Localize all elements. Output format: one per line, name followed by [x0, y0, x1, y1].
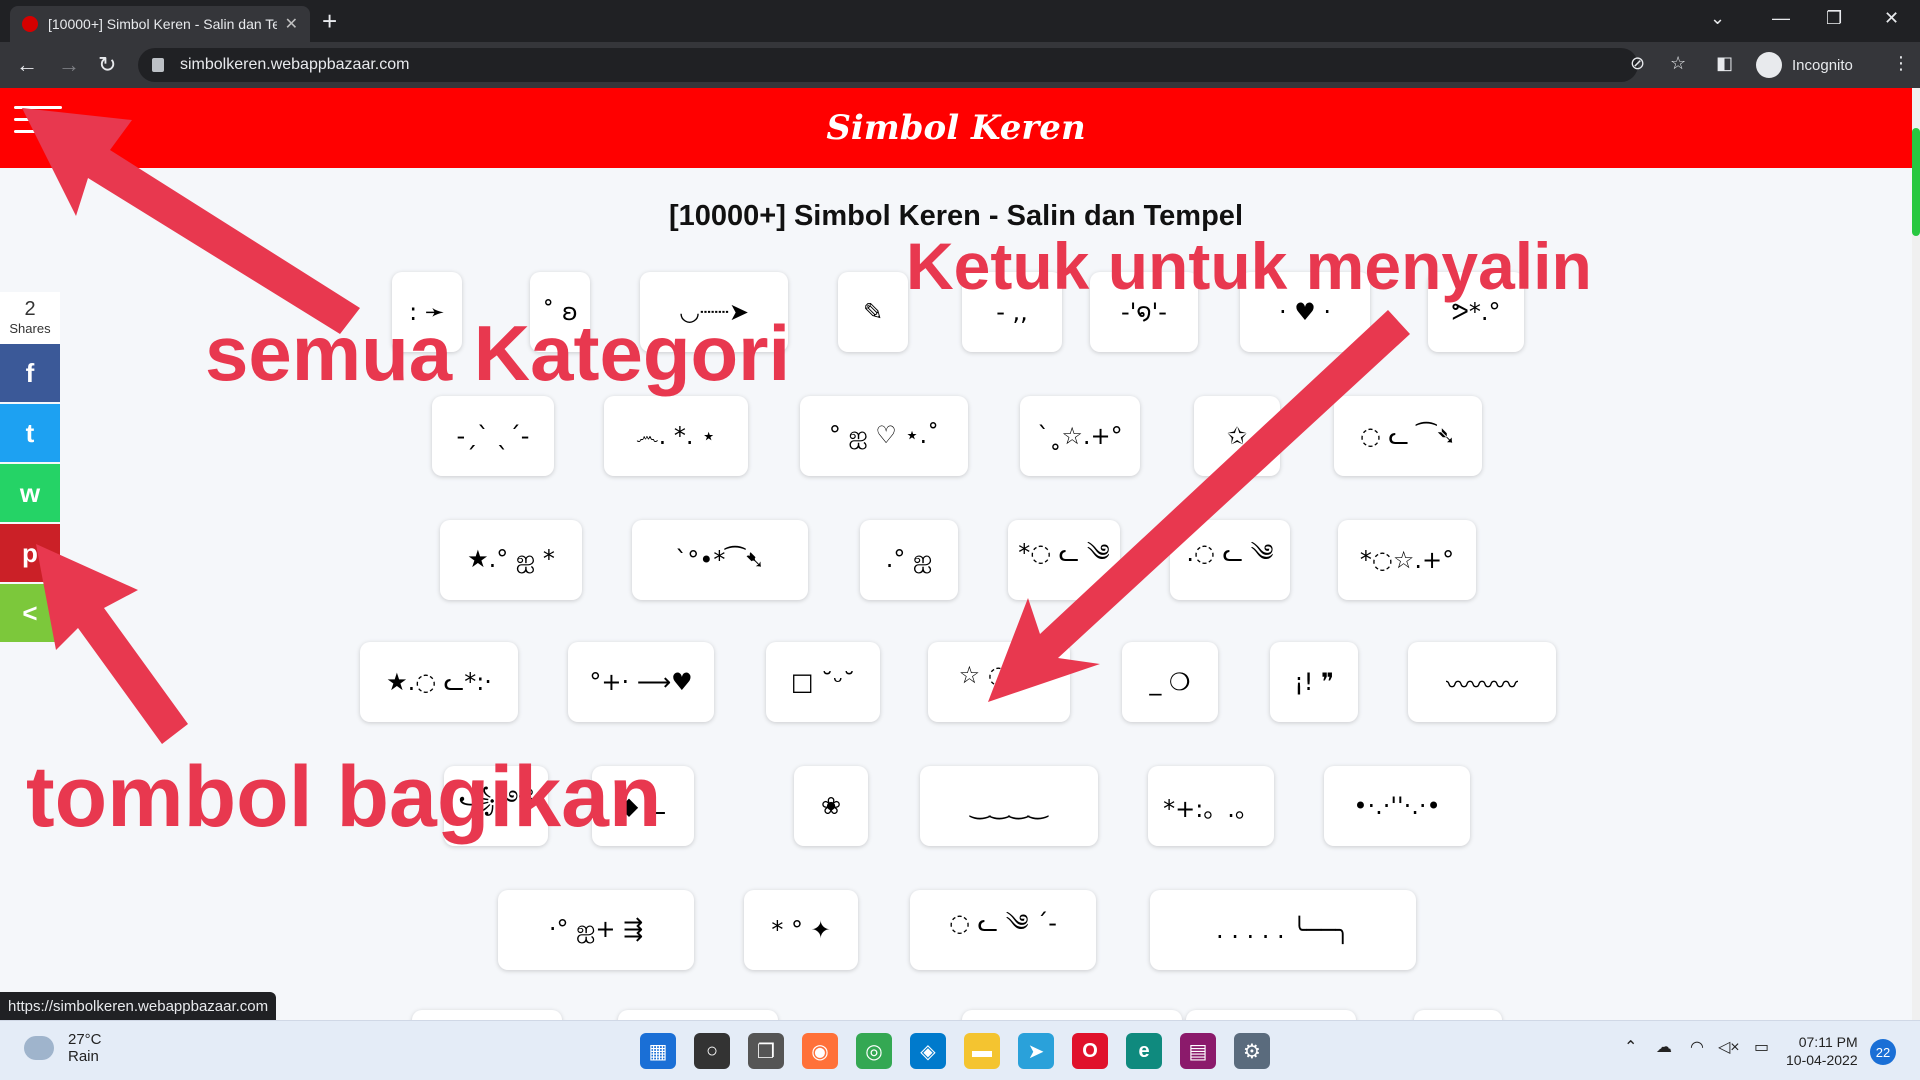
- address-bar[interactable]: simbolkeren.webappbazaar.com: [138, 48, 1638, 82]
- status-url: https://simbolkeren.webappbazaar.com: [0, 992, 277, 1020]
- new-tab-button[interactable]: +: [322, 6, 337, 37]
- windows-taskbar: 27°C Rain ▦ ○ ❐ ◉ ◎ ◈ ▬ ➤ Oe ▤ ⚙ ⌃ ☁ ◠ ◁× ▭ 07:11 …: [0, 1020, 1920, 1080]
- incognito-badge[interactable]: Incognito: [1756, 51, 1853, 79]
- clock-date: 10-04-2022: [1786, 1052, 1858, 1068]
- clock-time: 07:11 PM: [1798, 1034, 1858, 1050]
- tab-search-icon[interactable]: ⌄: [1710, 8, 1725, 29]
- bookmark-star-icon[interactable]: ☆: [1670, 53, 1686, 74]
- temperature: 27°C: [68, 1031, 102, 1048]
- restore-icon[interactable]: ❐: [1826, 8, 1842, 29]
- tray-chevron-icon[interactable]: ⌃: [1624, 1037, 1637, 1057]
- telegram-icon[interactable]: ➤: [1018, 1033, 1054, 1069]
- site-favicon-icon: [22, 16, 38, 32]
- notification-badge[interactable]: 22: [1870, 1039, 1896, 1065]
- wifi-icon[interactable]: ◠: [1690, 1037, 1704, 1057]
- incognito-label: Incognito: [1792, 56, 1853, 74]
- reload-icon[interactable]: ↻: [98, 52, 116, 78]
- tab-title: [10000+] Simbol Keren - Salin dan Tempel: [48, 16, 277, 32]
- search-icon[interactable]: ○: [694, 1033, 730, 1069]
- browser-tab[interactable]: [10000+] Simbol Keren - Salin dan Tempel…: [10, 6, 310, 42]
- minimize-icon[interactable]: —: [1772, 8, 1790, 29]
- arrow-to-symbol: [988, 310, 1410, 702]
- opera-icon[interactable]: O: [1072, 1033, 1108, 1069]
- settings-icon[interactable]: ⚙: [1234, 1033, 1270, 1069]
- system-clock[interactable]: 07:11 PM 10-04-2022: [1786, 1033, 1858, 1069]
- file-explorer-icon[interactable]: ▬: [964, 1033, 1000, 1069]
- start-icon[interactable]: ▦: [640, 1033, 676, 1069]
- winrar-icon[interactable]: ▤: [1180, 1033, 1216, 1069]
- menu-dots-icon[interactable]: ⋮: [1892, 53, 1910, 74]
- chrome-icon[interactable]: ◎: [856, 1033, 892, 1069]
- browser-tab-bar: [10000+] Simbol Keren - Salin dan Tempel…: [0, 0, 1920, 42]
- weather-condition: Rain: [68, 1048, 99, 1065]
- annotation-tap-to-copy: Ketuk untuk menyalin: [906, 229, 1592, 303]
- arrow-to-share: [36, 544, 188, 744]
- page-scrollbar[interactable]: [1912, 88, 1920, 1020]
- arrow-to-menu: [22, 108, 360, 334]
- incognito-icon: [1756, 52, 1782, 78]
- battery-icon[interactable]: ▭: [1754, 1037, 1769, 1057]
- volume-muted-icon[interactable]: ◁×: [1718, 1037, 1740, 1057]
- page-viewport: Simbol Keren [10000+] Simbol Keren - Sal…: [0, 88, 1920, 1020]
- side-panel-icon[interactable]: ◧: [1716, 53, 1733, 74]
- forward-arrow-icon[interactable]: →: [58, 52, 80, 78]
- onedrive-icon[interactable]: ☁: [1656, 1037, 1672, 1057]
- annotation-share-buttons: tombol bagikan: [26, 749, 662, 845]
- eye-off-icon[interactable]: ⊘: [1630, 53, 1645, 74]
- task-view-icon[interactable]: ❐: [748, 1033, 784, 1069]
- back-arrow-icon[interactable]: ←: [16, 52, 38, 78]
- browser-toolbar: ← → ↻ simbolkeren.webappbazaar.com ⊘ ☆ ◧…: [0, 42, 1920, 88]
- url-text: simbolkeren.webappbazaar.com: [180, 56, 410, 73]
- close-tab-icon[interactable]: ✕: [285, 14, 298, 34]
- annotation-categories: semua Kategori: [205, 309, 791, 397]
- weather-widget[interactable]: 27°C Rain: [24, 1031, 102, 1065]
- edge-icon[interactable]: e: [1126, 1033, 1162, 1069]
- rain-icon: [24, 1036, 54, 1060]
- lock-icon: [152, 58, 164, 72]
- firefox-icon[interactable]: ◉: [802, 1033, 838, 1069]
- vscode-icon[interactable]: ◈: [910, 1033, 946, 1069]
- close-window-icon[interactable]: ✕: [1884, 8, 1899, 29]
